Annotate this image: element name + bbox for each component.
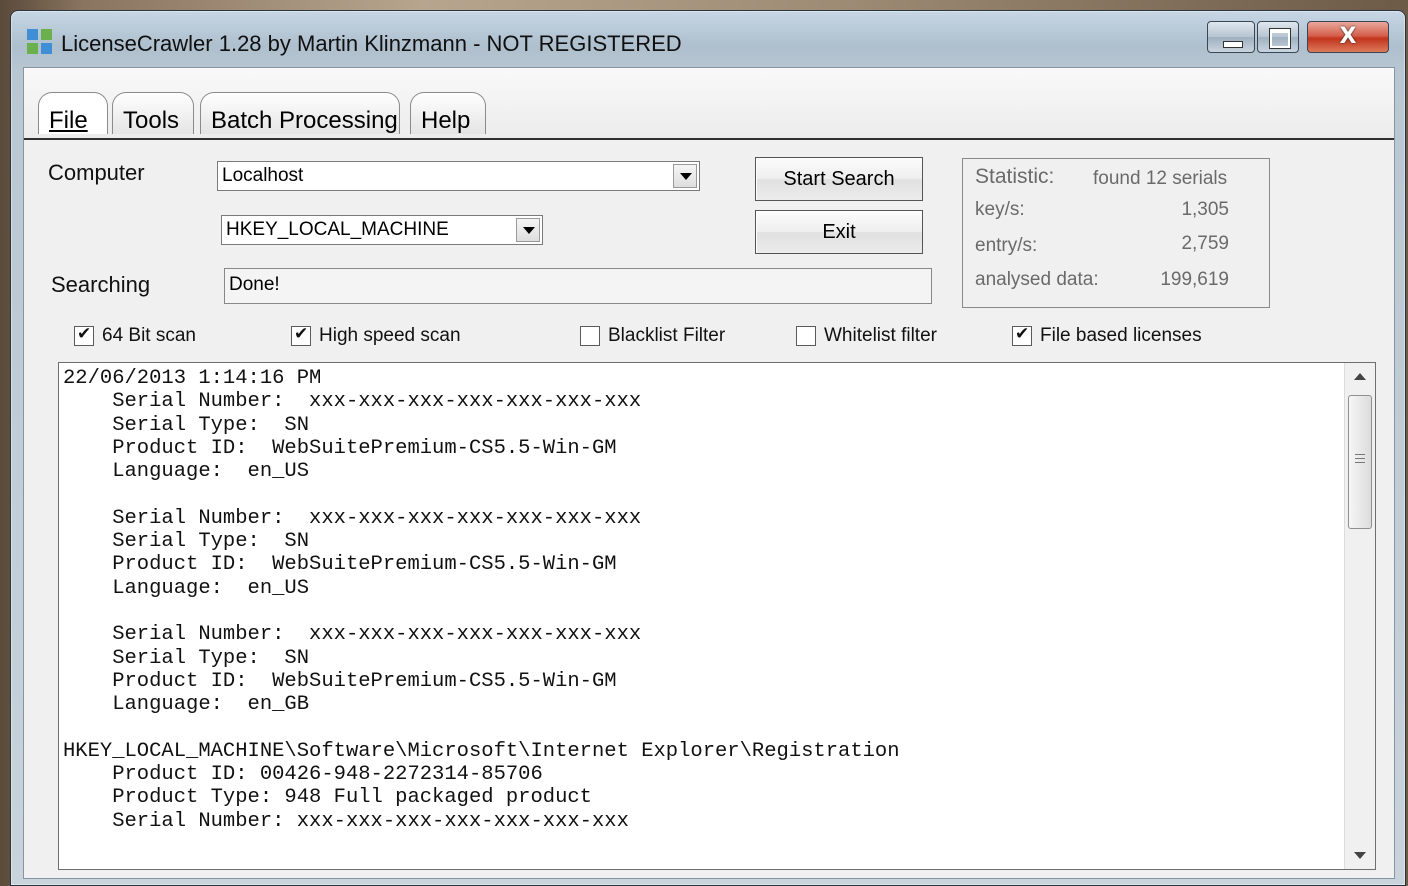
close-button[interactable]: X bbox=[1307, 21, 1389, 53]
vertical-scrollbar[interactable] bbox=[1344, 363, 1375, 869]
maximize-button[interactable] bbox=[1257, 21, 1299, 53]
option-label: High speed scan bbox=[319, 325, 461, 346]
chevron-down-icon[interactable] bbox=[516, 218, 540, 242]
minimize-button[interactable] bbox=[1207, 21, 1255, 53]
exit-label: Exit bbox=[822, 221, 856, 243]
maximize-icon bbox=[1269, 28, 1291, 49]
registry-hive-value: HKEY_LOCAL_MACHINE bbox=[226, 219, 449, 240]
chevron-down-icon[interactable] bbox=[673, 164, 697, 188]
serials-found: found 12 serials bbox=[1093, 168, 1228, 189]
window-title: LicenseCrawler 1.28 by Martin Klinzmann … bbox=[61, 31, 682, 56]
entry-per-sec-value: 2,759 bbox=[1181, 233, 1229, 254]
client-area: File Tools Batch Processing Help Compute… bbox=[23, 67, 1395, 879]
keys-per-sec-label: key/s: bbox=[975, 199, 1025, 220]
computer-label: Computer bbox=[48, 160, 145, 185]
tab-batch-processing[interactable]: Batch Processing bbox=[200, 92, 400, 134]
statistic-panel: Statistic: found 12 serials key/s: 1,305… bbox=[962, 158, 1270, 308]
analysed-data-label: analysed data: bbox=[975, 269, 1099, 290]
registry-hive-select[interactable]: HKEY_LOCAL_MACHINE bbox=[221, 215, 543, 245]
keys-per-sec-value: 1,305 bbox=[1181, 199, 1229, 220]
analysed-data-value: 199,619 bbox=[1160, 269, 1229, 290]
checkbox-64bit[interactable] bbox=[74, 324, 94, 346]
searching-label: Searching bbox=[51, 272, 151, 297]
scroll-down-arrow-icon[interactable] bbox=[1345, 843, 1375, 869]
checkbox-file-based[interactable] bbox=[1012, 324, 1032, 346]
tab-help[interactable]: Help bbox=[410, 92, 486, 134]
start-search-label: Start Search bbox=[783, 168, 895, 190]
option-label: Blacklist Filter bbox=[608, 325, 726, 346]
results-log-text: 22/06/2013 1:14:16 PM Serial Number: xxx… bbox=[63, 367, 900, 833]
scroll-up-arrow-icon[interactable] bbox=[1345, 363, 1375, 389]
results-log[interactable]: 22/06/2013 1:14:16 PM Serial Number: xxx… bbox=[58, 362, 1376, 870]
statistic-title: Statistic: bbox=[975, 165, 1055, 188]
close-icon: X bbox=[1339, 24, 1357, 49]
checkbox-high-speed[interactable] bbox=[291, 324, 311, 346]
computer-select[interactable]: Localhost bbox=[217, 161, 700, 191]
menu-tabs: File Tools Batch Processing Help bbox=[24, 68, 1394, 140]
minimize-icon bbox=[1223, 41, 1243, 48]
tab-tools[interactable]: Tools bbox=[112, 92, 194, 134]
app-icon bbox=[27, 29, 53, 55]
license-crawler-window: LicenseCrawler 1.28 by Martin Klinzmann … bbox=[10, 10, 1406, 886]
grip-icon bbox=[1355, 454, 1365, 466]
computer-select-value: Localhost bbox=[222, 165, 304, 186]
checkbox-blacklist[interactable] bbox=[580, 326, 600, 346]
scrollbar-thumb[interactable] bbox=[1348, 395, 1372, 529]
option-label: File based licenses bbox=[1040, 325, 1202, 346]
start-search-button[interactable]: Start Search bbox=[755, 157, 923, 201]
option-label: 64 Bit scan bbox=[102, 325, 196, 346]
option-label: Whitelist filter bbox=[824, 325, 937, 346]
entry-per-sec-label: entry/s: bbox=[975, 235, 1038, 256]
exit-button[interactable]: Exit bbox=[755, 210, 923, 254]
checkbox-whitelist[interactable] bbox=[796, 326, 816, 346]
searching-status-field: Done! bbox=[224, 268, 932, 304]
title-bar[interactable]: LicenseCrawler 1.28 by Martin Klinzmann … bbox=[11, 11, 1405, 67]
tab-file[interactable]: File bbox=[38, 92, 108, 134]
